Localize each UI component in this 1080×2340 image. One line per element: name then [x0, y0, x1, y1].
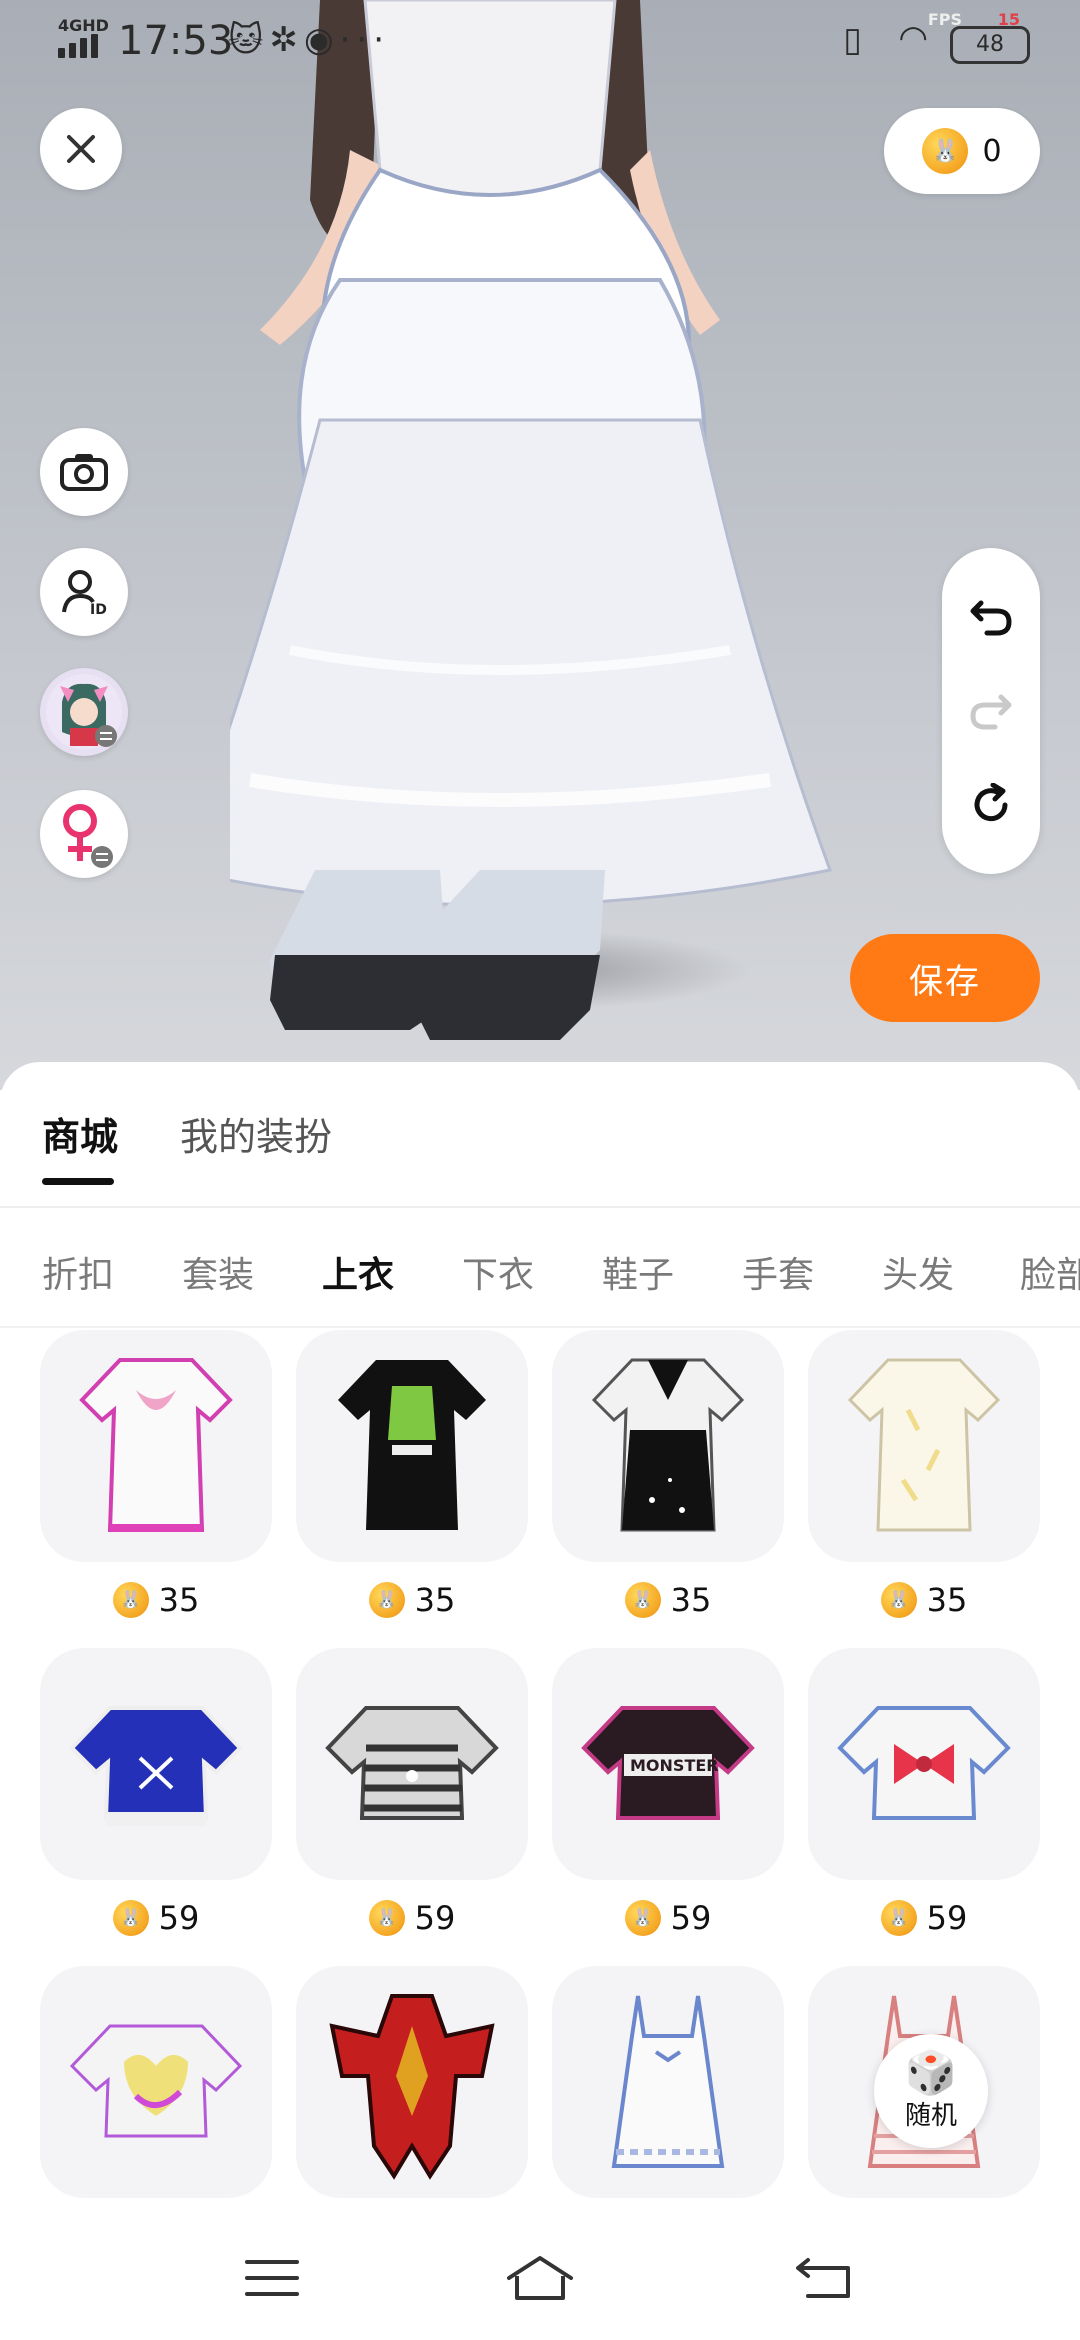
item-price: 🐰 35: [40, 1578, 272, 1622]
shop-item[interactable]: 🐰: [40, 1966, 272, 2214]
shop-item[interactable]: 🐰 35: [40, 1330, 272, 1630]
notification-icons: 🐱✲◉···: [228, 20, 390, 60]
wifi-icon: ◠: [898, 18, 928, 58]
item-price: 🐰 59: [40, 1896, 272, 1940]
avatar-id-icon: ID: [62, 570, 107, 616]
item-thumbnail: [40, 1966, 272, 2198]
category-tab-hair[interactable]: 头发: [882, 1246, 954, 1298]
item-price: 🐰 59: [552, 1896, 784, 1940]
item-price: 🐰 35: [296, 1578, 528, 1622]
avatar-3d-model[interactable]: [230, 0, 850, 1050]
item-price: 🐰 35: [808, 1578, 1040, 1622]
battery-indicator: 48: [950, 26, 1030, 64]
coin-icon: 🐰: [368, 1582, 405, 1618]
nav-home-button[interactable]: [500, 2248, 580, 2308]
nav-menu-button[interactable]: [232, 2248, 312, 2308]
avatar-id-button[interactable]: ID: [40, 548, 128, 636]
redo-icon: [970, 694, 1012, 730]
coin-icon: 🐰: [624, 1900, 661, 1936]
item-thumbnail: MONSTER: [552, 1648, 784, 1880]
reset-button[interactable]: [942, 756, 1040, 854]
coin-icon: 🐰: [922, 128, 969, 174]
category-tab-shoes[interactable]: 鞋子: [602, 1246, 674, 1298]
voice-icon: ◉: [303, 20, 340, 60]
active-tab-indicator: [42, 1178, 114, 1185]
vibrate-icon: ▯: [843, 20, 862, 60]
system-nav-bar: [0, 2214, 1080, 2340]
coin-icon: 🐰: [880, 1582, 917, 1618]
shop-item[interactable]: 🐰 59: [296, 1648, 528, 1948]
reset-icon: [974, 783, 1008, 822]
tab-my-outfits[interactable]: 我的装扮: [180, 1106, 332, 1161]
item-thumbnail: [296, 1966, 528, 2198]
item-thumbnail: [808, 1330, 1040, 1562]
character-switch-button[interactable]: [40, 668, 128, 756]
menu-icon: [245, 2260, 299, 2296]
gender-switch-icon: [63, 804, 113, 868]
coin-icon: 🐰: [880, 1900, 917, 1936]
svg-text:ID: ID: [90, 602, 107, 616]
shop-item[interactable]: 🐰: [296, 1966, 528, 2214]
camera-icon: [60, 454, 108, 491]
item-thumbnail: [296, 1648, 528, 1880]
divider: [0, 1326, 1080, 1328]
random-button[interactable]: 🎲 随机: [874, 2034, 988, 2148]
coin-icon: 🐰: [112, 1900, 149, 1936]
shop-item[interactable]: 🐰 59: [40, 1648, 272, 1948]
camera-button[interactable]: [40, 428, 128, 516]
item-thumbnail: [40, 1648, 272, 1880]
item-thumbnail: [40, 1330, 272, 1562]
fan-icon: ✲: [269, 20, 304, 60]
main-tabs: 商城 我的装扮: [0, 1062, 1080, 1206]
coin-icon: 🐰: [368, 1900, 405, 1936]
category-tab-tops[interactable]: 上衣: [322, 1246, 394, 1298]
item-price: 🐰 59: [296, 1896, 528, 1940]
tab-shop[interactable]: 商城: [42, 1106, 118, 1161]
svg-text:MONSTER: MONSTER: [630, 1756, 719, 1775]
dice-icon: 🎲: [904, 2047, 958, 2097]
coin-icon: 🐰: [624, 1582, 661, 1618]
item-thumbnail: [808, 1648, 1040, 1880]
character-switch-icon: [46, 674, 122, 750]
more-icon: ···: [339, 20, 391, 60]
coin-balance-value: 0: [982, 133, 1002, 169]
cat-icon: 🐱: [228, 20, 270, 60]
shop-item[interactable]: 🐰: [552, 1966, 784, 2214]
category-tabs: 折扣 套装 上衣 下衣 鞋子 手套 头发 脸部: [0, 1208, 1080, 1326]
clock: 17:53: [118, 18, 234, 64]
category-tab-bottoms[interactable]: 下衣: [462, 1246, 534, 1298]
shop-item[interactable]: 🐰 35: [296, 1330, 528, 1630]
shop-item[interactable]: 🐰 35: [808, 1330, 1040, 1630]
history-controls: [942, 548, 1040, 874]
shop-item[interactable]: 🐰 35: [552, 1330, 784, 1630]
signal-icon: [58, 34, 104, 58]
avatar-preview[interactable]: 4GHD 17:53 🐱✲◉··· ▯ ◠ FPS 15 48 🐰 0 ID 保…: [0, 0, 1080, 1090]
item-price: 🐰 59: [808, 1896, 1040, 1940]
coin-icon: 🐰: [112, 1582, 149, 1618]
shop-item[interactable]: MONSTER 🐰 59: [552, 1648, 784, 1948]
category-tab-gloves[interactable]: 手套: [742, 1246, 814, 1298]
save-button[interactable]: 保存: [850, 934, 1040, 1022]
status-bar: 4GHD 17:53 🐱✲◉··· ▯ ◠ FPS 15 48: [0, 0, 1080, 80]
redo-button[interactable]: [942, 662, 1040, 760]
category-tab-sets[interactable]: 套装: [182, 1246, 254, 1298]
undo-button[interactable]: [942, 568, 1040, 666]
category-tab-discount[interactable]: 折扣: [42, 1246, 114, 1298]
item-thumbnail: [552, 1330, 784, 1562]
network-type: 4GHD: [58, 16, 109, 35]
nav-back-button[interactable]: [784, 2248, 864, 2308]
shop-item[interactable]: 🐰 59: [808, 1648, 1040, 1948]
close-button[interactable]: [40, 108, 122, 190]
undo-icon: [970, 600, 1012, 636]
close-icon: [67, 135, 95, 163]
random-label: 随机: [904, 2100, 957, 2131]
gender-switch-button[interactable]: [40, 790, 128, 878]
item-thumbnail: [296, 1330, 528, 1562]
item-price: 🐰 35: [552, 1578, 784, 1622]
home-icon: [507, 2256, 573, 2300]
coin-balance[interactable]: 🐰 0: [884, 108, 1040, 194]
category-tab-face[interactable]: 脸部: [1020, 1246, 1080, 1298]
back-icon: [796, 2258, 850, 2298]
item-thumbnail: [552, 1966, 784, 2198]
